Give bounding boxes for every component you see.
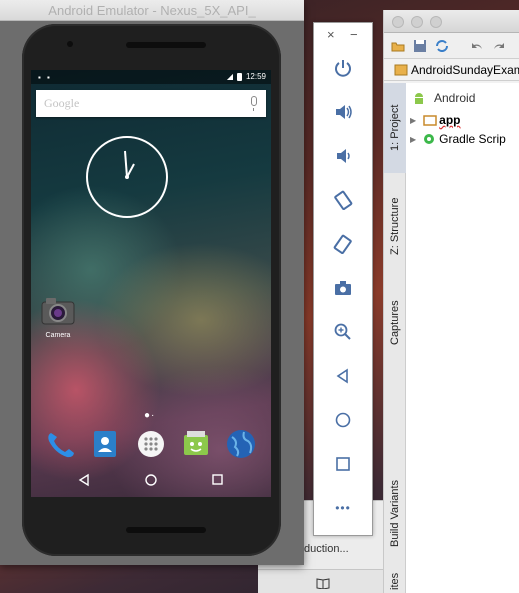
rotate-left-icon — [334, 190, 353, 210]
zoom-icon — [334, 323, 351, 340]
volume-down-button[interactable] — [314, 138, 372, 174]
tree-item-gradle-scripts[interactable]: ▶ Gradle Scrip — [410, 130, 506, 148]
bottom-speaker — [126, 527, 206, 533]
microphone-icon[interactable] — [251, 96, 257, 111]
battery-icon — [236, 72, 242, 81]
status-bar: ▪ ▪ ◢ 12:59 — [31, 70, 271, 84]
messaging-icon[interactable] — [179, 427, 213, 461]
emulator-window: Android Emulator - Nexus_5X_API_ ▪ ▪ ◢ 1… — [0, 0, 304, 565]
clock-hour-hand — [124, 150, 128, 178]
navigation-bar — [31, 467, 271, 497]
tab-captures[interactable]: Captures — [384, 283, 406, 363]
overview-button[interactable] — [314, 446, 372, 482]
module-folder-icon — [423, 115, 437, 126]
volume-down-icon — [337, 149, 350, 163]
minimize-icon[interactable]: − — [350, 27, 358, 42]
rotate-right-icon — [333, 234, 352, 254]
view-selector[interactable]: Android — [412, 89, 475, 107]
expand-arrow-icon: ▶ — [410, 115, 417, 125]
emulator-toolbar: × − ••• — [313, 22, 373, 536]
home-icon — [335, 412, 351, 428]
app-drawer-icon[interactable] — [134, 427, 168, 461]
background-window-tab[interactable] — [258, 569, 383, 593]
background-window-text: duction... — [304, 543, 349, 555]
project-name: AndroidSundayExam — [411, 63, 519, 77]
signal-icon: ◢ — [226, 72, 233, 81]
notification-icons: ▪ ▪ — [38, 73, 52, 82]
studio-title-bar[interactable] — [384, 10, 519, 33]
rotate-right-button[interactable] — [314, 226, 372, 262]
phone-screen[interactable]: ▪ ▪ ◢ 12:59 Google Camera ●· — [31, 70, 271, 497]
volume-up-button[interactable] — [314, 94, 372, 130]
status-time: 12:59 — [245, 72, 266, 81]
back-icon — [336, 368, 348, 384]
back-button[interactable] — [314, 358, 372, 394]
analog-clock-widget[interactable] — [85, 135, 169, 219]
window-minimize-button[interactable] — [411, 16, 423, 28]
google-search-bar[interactable]: Google — [36, 90, 266, 117]
screenshot-button[interactable] — [314, 270, 372, 306]
window-close-button[interactable] — [392, 16, 404, 28]
zoom-button[interactable] — [314, 314, 372, 350]
emulator-title: Android Emulator - Nexus_5X_API_ — [48, 3, 256, 18]
status-right: ◢ 12:59 — [227, 72, 266, 81]
expand-arrow-icon: ▶ — [410, 134, 417, 144]
earpiece-speaker — [126, 42, 206, 48]
overview-icon[interactable] — [211, 473, 225, 487]
project-folder-icon — [394, 64, 408, 76]
studio-toolbar — [384, 33, 519, 59]
emulator-title-bar[interactable]: Android Emulator - Nexus_5X_API_ — [0, 0, 304, 21]
more-button[interactable]: ••• — [314, 490, 372, 526]
phone-icon[interactable] — [43, 427, 77, 461]
contacts-icon[interactable] — [88, 427, 122, 461]
sync-icon[interactable] — [435, 39, 449, 53]
tab-build-variants[interactable]: Build Variants — [384, 463, 406, 563]
tree-item-app[interactable]: ▶ app — [410, 111, 461, 129]
gradle-icon — [424, 134, 435, 144]
redo-icon[interactable] — [492, 39, 506, 53]
overview-icon — [336, 457, 350, 471]
browser-icon[interactable] — [224, 427, 258, 461]
project-breadcrumb[interactable]: AndroidSundayExam — [384, 59, 519, 81]
android-icon — [415, 93, 423, 104]
tab-structure[interactable]: Z: Structure — [384, 179, 406, 274]
back-icon[interactable] — [77, 473, 91, 487]
tab-project[interactable]: 1: Project — [384, 83, 406, 173]
save-icon[interactable] — [413, 39, 427, 53]
tool-window-side-bar: 1: Project Z: Structure Captures Build V… — [384, 83, 406, 593]
close-icon[interactable]: × — [327, 27, 335, 42]
google-logo: Google — [44, 96, 80, 110]
open-folder-icon[interactable] — [391, 39, 405, 53]
power-icon — [335, 60, 351, 77]
power-button[interactable] — [314, 50, 372, 86]
clock-minute-hand — [126, 163, 135, 178]
screenshot-icon — [335, 281, 351, 295]
home-button[interactable] — [314, 402, 372, 438]
project-panel: Android ▶ app ▶ Gradle Scrip — [406, 83, 519, 593]
book-icon — [316, 578, 330, 589]
camera-app[interactable]: Camera — [38, 296, 78, 339]
front-camera — [67, 41, 73, 47]
home-icon[interactable] — [144, 473, 158, 487]
camera-icon — [40, 296, 76, 326]
camera-app-label: Camera — [45, 332, 71, 339]
window-zoom-button[interactable] — [430, 16, 442, 28]
page-indicator: ●· — [144, 410, 156, 421]
rotate-left-button[interactable] — [314, 182, 372, 218]
undo-icon[interactable] — [470, 39, 484, 53]
volume-up-icon — [336, 105, 352, 119]
android-studio-window: AndroidSundayExam 1: Project Z: Structur… — [383, 10, 519, 593]
tab-favorites[interactable]: ites — [384, 569, 406, 593]
